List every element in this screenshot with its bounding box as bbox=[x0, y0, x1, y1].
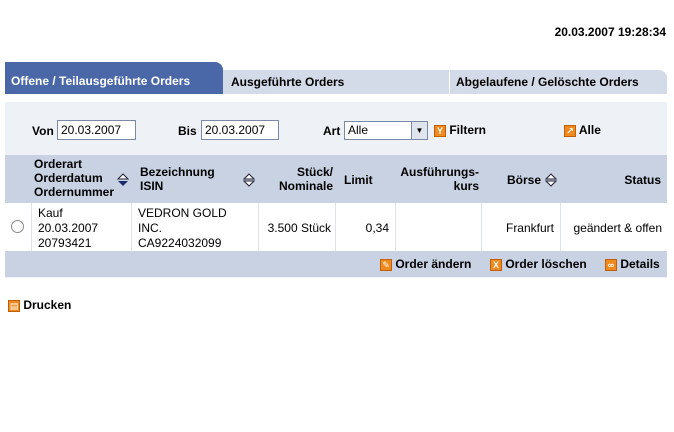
col-header-limit: Limit bbox=[344, 173, 373, 187]
col-header-boerse: Börse bbox=[507, 173, 542, 187]
funnel-icon: Y bbox=[434, 124, 446, 137]
col-stueck-label: Stück/ bbox=[296, 165, 333, 179]
row-bezeichnung-line2: INC. bbox=[138, 221, 162, 235]
sort-icon[interactable] bbox=[545, 173, 557, 187]
col-orderart-label: Orderart bbox=[34, 157, 83, 171]
tab-executed-orders[interactable]: Ausgeführte Orders bbox=[223, 70, 451, 94]
row-ordernummer: 20793421 bbox=[38, 236, 92, 250]
von-date-input[interactable] bbox=[57, 120, 136, 140]
tab-expired-orders[interactable]: Abgelaufene / Gelöschte Orders bbox=[449, 70, 667, 94]
order-tabs: Offene / Teilausgeführte Orders Ausgefüh… bbox=[5, 62, 667, 94]
sort-desc-icon[interactable] bbox=[117, 173, 129, 187]
row-order-cell: Kauf 20.03.2007 20793421 bbox=[32, 203, 132, 251]
col-isin-label: ISIN bbox=[140, 179, 164, 193]
row-stueck: 3.500 Stück bbox=[259, 203, 336, 251]
row-isin: CA9224032099 bbox=[138, 236, 222, 250]
col-header-kurs: Ausführungs- kurs bbox=[395, 165, 479, 193]
printer-icon: ▤ bbox=[8, 299, 20, 312]
show-all-label: Alle bbox=[578, 123, 601, 137]
details-glasses-icon: ∞ bbox=[605, 258, 617, 271]
col-header-stueck: Stück/ Nominale bbox=[259, 165, 333, 193]
reset-filter-icon: ↗ bbox=[564, 124, 576, 137]
art-select[interactable]: Alle ▼ bbox=[344, 121, 428, 140]
delete-order-label: Order löschen bbox=[505, 257, 587, 271]
row-bezeichnung-cell: VEDRON GOLD INC. CA9224032099 bbox=[132, 203, 259, 251]
col-ordernummer-label: Ordernummer bbox=[34, 185, 115, 199]
tab-open-orders[interactable]: Offene / Teilausgeführte Orders bbox=[5, 62, 223, 94]
sort-icon[interactable] bbox=[243, 173, 255, 187]
datetime-display: 20.03.2007 19:28:34 bbox=[554, 25, 666, 39]
row-radio-button[interactable] bbox=[11, 220, 24, 233]
col-ausf1-label: Ausführungs- bbox=[400, 165, 479, 179]
change-order-label: Order ändern bbox=[395, 257, 472, 271]
details-label: Details bbox=[620, 257, 660, 271]
col-bezeichnung-label: Bezeichnung bbox=[140, 165, 215, 179]
table-header: Orderart Orderdatum Ordernummer Bezeichn… bbox=[5, 155, 667, 203]
row-orderdatum: 20.03.2007 bbox=[38, 221, 99, 235]
col-nominale-label: Nominale bbox=[278, 179, 333, 193]
bis-date-input[interactable] bbox=[201, 120, 279, 140]
details-button[interactable]: ∞ Details bbox=[605, 257, 660, 271]
row-orderart: Kauf bbox=[38, 206, 63, 220]
table-row[interactable]: Kauf 20.03.2007 20793421 VEDRON GOLD INC… bbox=[5, 203, 667, 251]
chevron-down-icon[interactable]: ▼ bbox=[411, 122, 427, 139]
filter-row: Von Bis Art Alle ▼ Y Filtern ↗ Alle bbox=[5, 120, 667, 142]
print-button[interactable]: ▤ Drucken bbox=[8, 298, 71, 312]
print-label: Drucken bbox=[23, 298, 72, 312]
row-select-cell bbox=[5, 203, 32, 251]
col-header-bezeichnung: Bezeichnung ISIN bbox=[140, 165, 215, 193]
row-bezeichnung-line1: VEDRON GOLD bbox=[138, 206, 227, 220]
row-boerse: Frankfurt bbox=[482, 203, 561, 251]
row-status: geändert & offen bbox=[573, 221, 662, 235]
col-header-order: Orderart Orderdatum Ordernummer bbox=[34, 157, 114, 199]
row-kurs bbox=[396, 203, 482, 251]
delete-x-icon: X bbox=[490, 258, 502, 271]
bis-label: Bis bbox=[178, 124, 197, 138]
col-ausf2-label: kurs bbox=[453, 179, 479, 193]
pencil-icon: ✎ bbox=[380, 258, 392, 271]
art-select-value: Alle bbox=[348, 123, 369, 137]
col-header-status: Status bbox=[624, 173, 661, 187]
filter-button-label: Filtern bbox=[449, 123, 487, 137]
delete-order-button[interactable]: X Order löschen bbox=[490, 257, 587, 271]
von-label: Von bbox=[32, 124, 54, 138]
row-limit: 0,34 bbox=[336, 203, 396, 251]
art-label: Art bbox=[323, 124, 341, 138]
order-actions-bar: ✎ Order ändern X Order löschen ∞ Details bbox=[5, 251, 667, 277]
filter-button[interactable]: Y Filtern bbox=[434, 123, 486, 137]
col-orderdatum-label: Orderdatum bbox=[34, 171, 103, 185]
show-all-button[interactable]: ↗ Alle bbox=[564, 123, 601, 137]
change-order-button[interactable]: ✎ Order ändern bbox=[380, 257, 471, 271]
